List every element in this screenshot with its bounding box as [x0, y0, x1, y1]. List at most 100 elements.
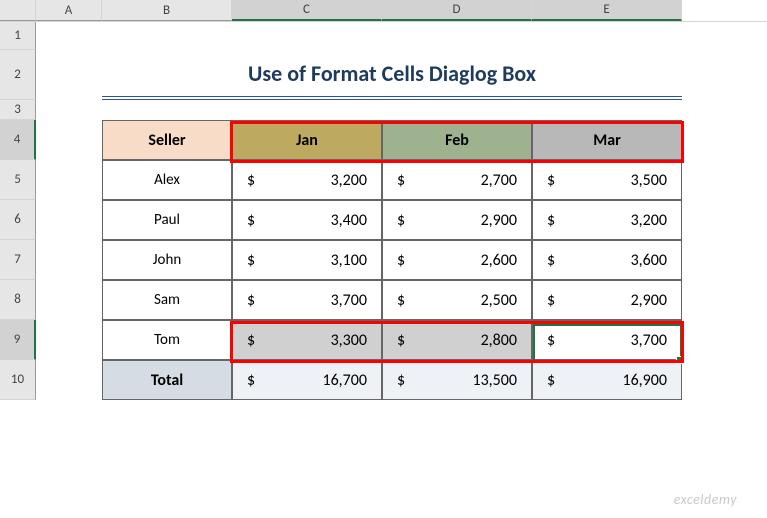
seller-name-2[interactable]: John	[102, 240, 232, 280]
currency-symbol: $	[397, 171, 405, 190]
currency-symbol: $	[247, 371, 255, 390]
col-header-C[interactable]: C	[232, 0, 382, 21]
cell-jan-4[interactable]: $3,300	[232, 320, 382, 360]
title-cell[interactable]: Use of Format Cells Diaglog Box	[102, 50, 682, 100]
value: 2,500	[481, 291, 517, 310]
cell-mar-3[interactable]: $2,900	[532, 280, 682, 320]
value: 3,500	[631, 171, 667, 190]
cell-A9[interactable]	[36, 320, 102, 360]
currency-symbol: $	[397, 331, 405, 350]
currency-symbol: $	[397, 251, 405, 270]
cell-feb-3[interactable]: $2,500	[382, 280, 532, 320]
value: 3,200	[331, 171, 367, 190]
col-header-B[interactable]: B	[102, 0, 232, 21]
row-7: 7 John $3,100 $2,600 $3,600	[0, 240, 767, 280]
cell-range-B3E3[interactable]	[102, 100, 682, 120]
row-6: 6 Paul $3,400 $2,900 $3,200	[0, 200, 767, 240]
cell-A10[interactable]	[36, 360, 102, 400]
header-jan[interactable]: Jan	[232, 120, 382, 160]
value: 16,900	[622, 371, 667, 390]
seller-name-3[interactable]: Sam	[102, 280, 232, 320]
value: 3,700	[631, 331, 667, 350]
cell-range-B1E1[interactable]	[102, 22, 682, 50]
row-9: 9 Tom $3,300 $2,800 $3,700	[0, 320, 767, 360]
total-feb[interactable]: $13,500	[382, 360, 532, 400]
currency-symbol: $	[397, 371, 405, 390]
column-headers-row: A B C D E	[0, 0, 767, 22]
value: 2,900	[631, 291, 667, 310]
cell-jan-0[interactable]: $3,200	[232, 160, 382, 200]
seller-name-1[interactable]: Paul	[102, 200, 232, 240]
value: 2,600	[481, 251, 517, 270]
row-header-3[interactable]: 3	[0, 100, 36, 120]
currency-symbol: $	[547, 211, 555, 230]
total-label[interactable]: Total	[102, 360, 232, 400]
row-10: 10 Total $16,700 $13,500 $16,900	[0, 360, 767, 400]
cell-A4[interactable]	[36, 120, 102, 160]
cell-A3[interactable]	[36, 100, 102, 120]
row-header-8[interactable]: 8	[0, 280, 36, 320]
row-header-9[interactable]: 9	[0, 320, 36, 360]
header-mar[interactable]: Mar	[532, 120, 682, 160]
total-mar[interactable]: $16,900	[532, 360, 682, 400]
currency-symbol: $	[547, 371, 555, 390]
row-4: 4 Seller Jan Feb Mar	[0, 120, 767, 160]
col-header-E[interactable]: E	[532, 0, 682, 21]
row-header-1[interactable]: 1	[0, 22, 36, 50]
value: 3,400	[331, 211, 367, 230]
cell-feb-0[interactable]: $2,700	[382, 160, 532, 200]
seller-name-0[interactable]: Alex	[102, 160, 232, 200]
value: 3,200	[631, 211, 667, 230]
select-all-corner[interactable]	[0, 0, 36, 21]
row-3: 3	[0, 100, 767, 120]
value: 2,800	[481, 331, 517, 350]
value: 2,900	[481, 211, 517, 230]
col-header-D[interactable]: D	[382, 0, 532, 21]
total-jan[interactable]: $16,700	[232, 360, 382, 400]
currency-symbol: $	[247, 291, 255, 310]
cell-mar-4[interactable]: $3,700	[532, 320, 682, 360]
cell-A8[interactable]	[36, 280, 102, 320]
cell-mar-1[interactable]: $3,200	[532, 200, 682, 240]
row-1: 1	[0, 22, 767, 50]
value: 3,700	[331, 291, 367, 310]
cell-feb-2[interactable]: $2,600	[382, 240, 532, 280]
currency-symbol: $	[397, 291, 405, 310]
cell-jan-3[interactable]: $3,700	[232, 280, 382, 320]
cell-feb-1[interactable]: $2,900	[382, 200, 532, 240]
currency-symbol: $	[547, 291, 555, 310]
cell-A1[interactable]	[36, 22, 102, 50]
cell-mar-2[interactable]: $3,600	[532, 240, 682, 280]
row-header-4[interactable]: 4	[0, 120, 36, 160]
currency-symbol: $	[547, 171, 555, 190]
currency-symbol: $	[247, 331, 255, 350]
currency-symbol: $	[247, 211, 255, 230]
cell-mar-0[interactable]: $3,500	[532, 160, 682, 200]
currency-symbol: $	[247, 171, 255, 190]
row-header-10[interactable]: 10	[0, 360, 36, 400]
cell-A2[interactable]	[36, 50, 102, 100]
cell-A5[interactable]	[36, 160, 102, 200]
cell-feb-4[interactable]: $2,800	[382, 320, 532, 360]
cell-jan-1[interactable]: $3,400	[232, 200, 382, 240]
header-feb[interactable]: Feb	[382, 120, 532, 160]
row-header-7[interactable]: 7	[0, 240, 36, 280]
value: 3,100	[331, 251, 367, 270]
row-8: 8 Sam $3,700 $2,500 $2,900	[0, 280, 767, 320]
col-header-A[interactable]: A	[36, 0, 102, 21]
currency-symbol: $	[547, 251, 555, 270]
value: 3,300	[331, 331, 367, 350]
header-seller[interactable]: Seller	[102, 120, 232, 160]
row-header-5[interactable]: 5	[0, 160, 36, 200]
spreadsheet: A B C D E 1 2 Use of Format Cells Diaglo…	[0, 0, 767, 518]
currency-symbol: $	[547, 331, 555, 350]
cell-A6[interactable]	[36, 200, 102, 240]
cell-A7[interactable]	[36, 240, 102, 280]
seller-name-4[interactable]: Tom	[102, 320, 232, 360]
currency-symbol: $	[247, 251, 255, 270]
row-header-2[interactable]: 2	[0, 50, 36, 100]
cell-jan-2[interactable]: $3,100	[232, 240, 382, 280]
row-header-6[interactable]: 6	[0, 200, 36, 240]
watermark: exceldemy	[674, 491, 737, 508]
row-5: 5 Alex $3,200 $2,700 $3,500	[0, 160, 767, 200]
